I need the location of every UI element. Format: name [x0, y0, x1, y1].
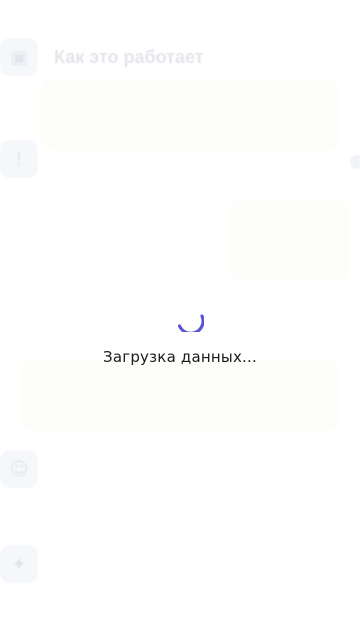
- loading-spinner-icon: [177, 314, 204, 332]
- loading-text: Загрузка данных...: [103, 348, 257, 366]
- loading-overlay: Загрузка данных...: [0, 0, 360, 640]
